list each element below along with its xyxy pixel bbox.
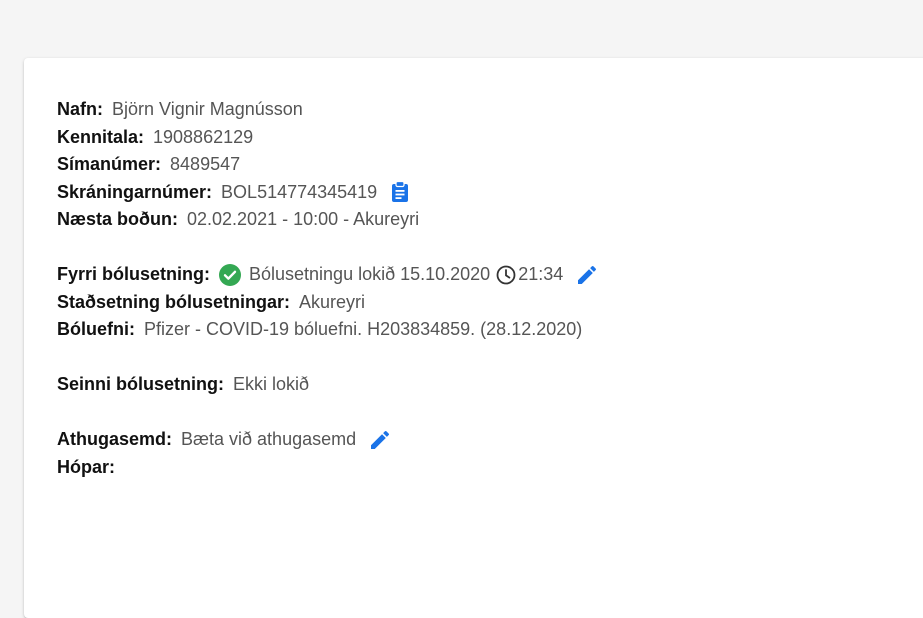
- second-dose-status: Ekki lokið: [233, 374, 310, 394]
- phone-label: Símanúmer:: [57, 154, 162, 174]
- patient-details: Nafn: Björn Vignir Magnússon Kennitala: …: [57, 96, 917, 481]
- first-dose-time: 21:34: [518, 264, 564, 284]
- first-dose-row: Fyrri bólusetning: Bólusetningu lokið 15…: [57, 261, 917, 289]
- kennitala-value: 1908862129: [153, 126, 254, 147]
- top-bar: [0, 0, 923, 40]
- note-value[interactable]: Bæta við athugasemd: [181, 426, 356, 454]
- vaccination-location-row: Staðsetning bólusetningar: Akureyri: [57, 289, 917, 317]
- check-circle-icon: [219, 263, 241, 286]
- clipboard-icon[interactable]: [391, 181, 409, 203]
- second-dose-label: Seinni bólusetning:: [57, 374, 224, 394]
- vaccination-location-label: Staðsetning bólusetningar:: [57, 291, 291, 312]
- clock-icon: [496, 265, 516, 285]
- vaccination-location-value: Akureyri: [299, 291, 366, 312]
- edit-note-pencil-icon[interactable]: [368, 428, 392, 452]
- registration-label: Skráningarnúmer:: [57, 181, 213, 202]
- groups-label: Hópar:: [57, 456, 115, 477]
- registration-row: Skráningarnúmer: BOL514774345419: [57, 179, 917, 207]
- next-appointment-row: Næsta boðun: 02.02.2021 - 10:00 - Akurey…: [57, 206, 917, 234]
- second-dose-row: Seinni bólusetning: Ekki lokið: [57, 371, 917, 399]
- name-value: Björn Vignir Magnússon: [112, 99, 303, 119]
- kennitala-row: Kennitala: 1908862129: [57, 124, 917, 152]
- phone-row: Símanúmer: 8489547: [57, 151, 917, 179]
- name-label: Nafn:: [57, 99, 103, 119]
- vaccine-row: Bóluefni: Pfizer - COVID-19 bóluefni. H2…: [57, 316, 917, 344]
- vaccine-label: Bóluefni:: [57, 319, 135, 339]
- kennitala-label: Kennitala:: [57, 126, 145, 147]
- next-appointment-label: Næsta boðun:: [57, 209, 178, 229]
- note-row: Athugasemd: Bæta við athugasemd: [57, 426, 917, 454]
- next-appointment-value: 02.02.2021 - 10:00 - Akureyri: [187, 209, 420, 229]
- first-dose-label: Fyrri bólusetning:: [57, 264, 210, 284]
- first-dose-status: Bólusetningu lokið 15.10.2020: [249, 264, 491, 284]
- groups-row: Hópar:: [57, 454, 917, 482]
- phone-value: 8489547: [170, 154, 241, 174]
- vaccine-value: Pfizer - COVID-19 bóluefni. H203834859. …: [144, 319, 583, 339]
- edit-first-dose-pencil-icon[interactable]: [575, 263, 599, 287]
- registration-value: BOL514774345419: [221, 181, 378, 202]
- note-label: Athugasemd:: [57, 429, 173, 449]
- name-row: Nafn: Björn Vignir Magnússon: [57, 96, 917, 124]
